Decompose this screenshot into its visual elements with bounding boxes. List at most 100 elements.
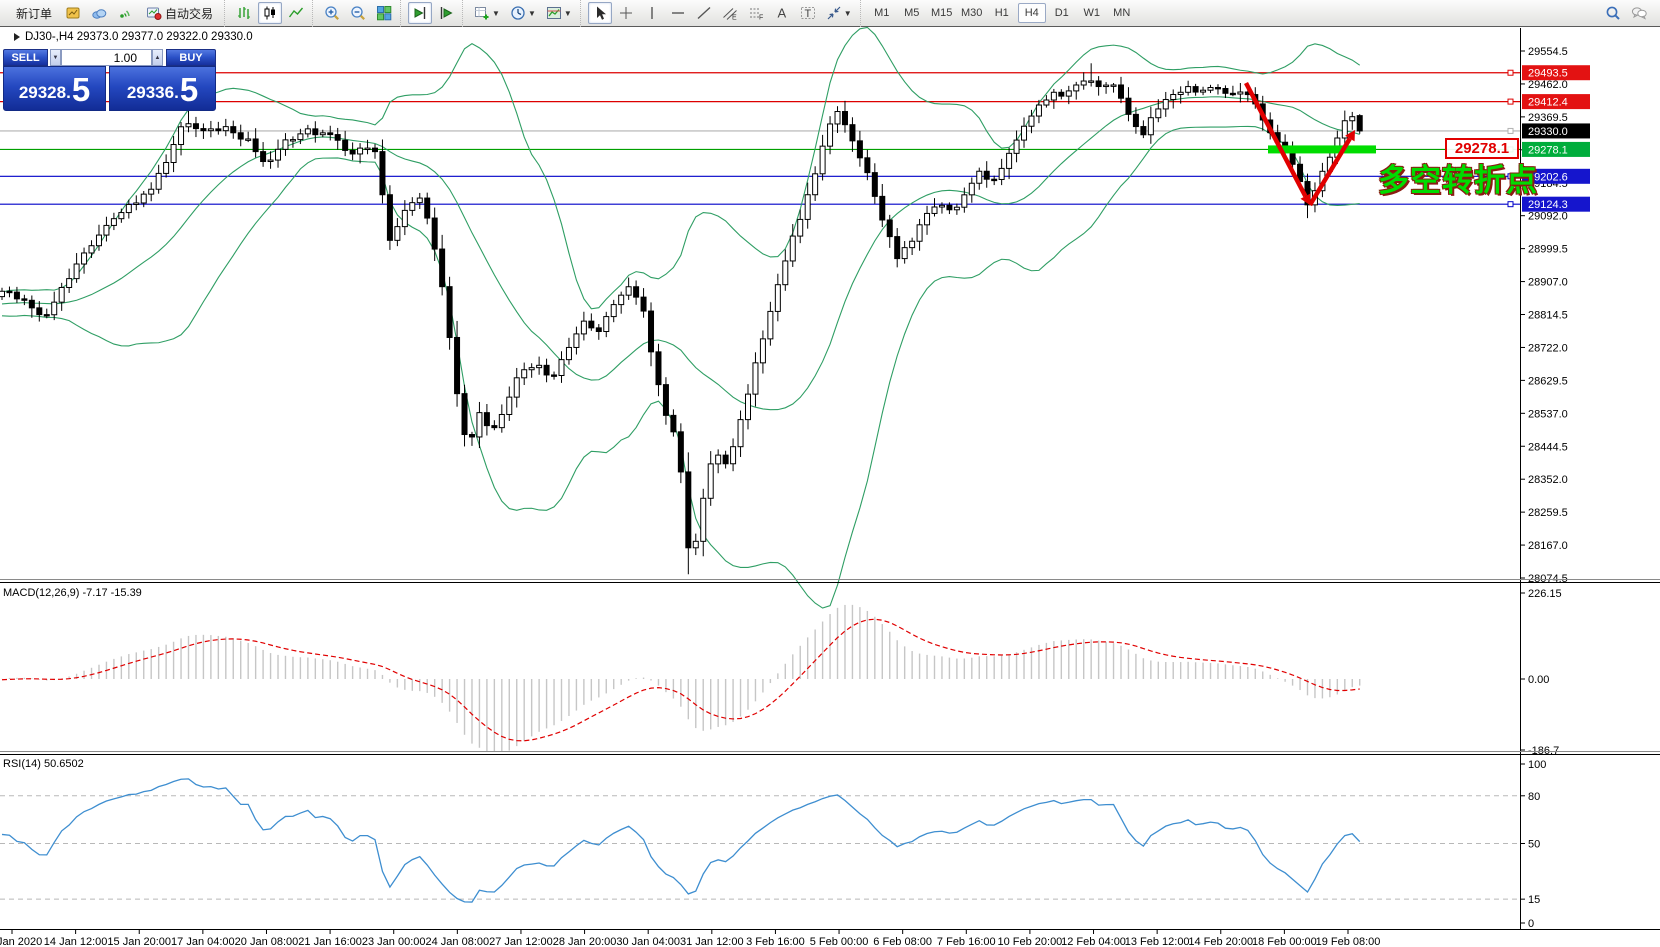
periods-clock-button[interactable]: ▼ (506, 2, 540, 24)
auto-scroll-button[interactable] (408, 2, 432, 24)
buy-price-int: 29336. (127, 80, 179, 106)
signal-button[interactable] (113, 2, 137, 24)
periods-clock-icon (510, 5, 526, 21)
svg-text:28999.5: 28999.5 (1528, 244, 1568, 256)
svg-text:F: F (759, 15, 763, 22)
svg-text:80: 80 (1528, 791, 1540, 803)
timeframe-d1-button[interactable]: D1 (1048, 3, 1076, 23)
svg-text:29462.0: 29462.0 (1528, 79, 1568, 91)
fibonacci-button[interactable]: F (744, 2, 768, 24)
chart-shift-icon (438, 5, 454, 21)
sell-price-display[interactable]: 29328. 5 (3, 66, 106, 111)
svg-text:27 Jan 12:00: 27 Jan 12:00 (489, 936, 553, 947)
svg-text:23 Jan 00:00: 23 Jan 00:00 (362, 936, 426, 947)
svg-text:15: 15 (1528, 894, 1540, 906)
chat-button[interactable] (1627, 2, 1651, 24)
rsi-indicator-label: RSI(14) 50.6502 (3, 758, 84, 770)
zoom-in-button[interactable] (320, 2, 344, 24)
timeframe-w1-button[interactable]: W1 (1078, 3, 1106, 23)
volume-increase-button[interactable]: ▲ (152, 49, 163, 66)
tile-windows-button[interactable] (372, 2, 396, 24)
svg-text:29092.0: 29092.0 (1528, 211, 1568, 223)
mt-terminal-window: 29554.529462.029369.529277.029184.529092… (0, 0, 1660, 947)
svg-text:28907.0: 28907.0 (1528, 277, 1568, 289)
svg-text:T: T (804, 8, 811, 20)
market-watch-cloud-button[interactable] (87, 2, 111, 24)
order-doc-button[interactable] (61, 2, 85, 24)
chart-shift-button[interactable] (434, 2, 458, 24)
zoom-out-button[interactable] (346, 2, 370, 24)
text-label-button[interactable]: T (796, 2, 820, 24)
svg-text:10 Feb 20:00: 10 Feb 20:00 (997, 936, 1062, 947)
turning-point-annotation[interactable]: 多空转折点 (1378, 155, 1538, 200)
symbol-tree-icon[interactable] (14, 33, 20, 41)
svg-text:28814.5: 28814.5 (1528, 310, 1568, 322)
svg-text:29554.5: 29554.5 (1528, 46, 1568, 58)
sell-button[interactable]: SELL (3, 49, 48, 66)
candlestick-chart-button[interactable] (258, 2, 282, 24)
buy-button[interactable]: BUY (166, 49, 216, 66)
svg-text:14 Feb 20:00: 14 Feb 20:00 (1188, 936, 1253, 947)
svg-text:-186.7: -186.7 (1528, 745, 1559, 757)
sell-price-int: 29328. (19, 80, 71, 106)
chat-icon (1631, 5, 1647, 21)
svg-text:226.15: 226.15 (1528, 588, 1562, 600)
volume-decrease-button[interactable]: ▼ (50, 49, 61, 66)
new-order-button[interactable]: 新订单 (9, 2, 59, 24)
timeframe-m1-button[interactable]: M1 (868, 3, 896, 23)
svg-text:E: E (732, 15, 737, 22)
chart-canvas[interactable]: 29554.529462.029369.529277.029184.529092… (0, 0, 1660, 947)
timeframe-m30-button[interactable]: M30 (958, 3, 986, 23)
candlestick-chart-icon (262, 5, 278, 21)
text-button[interactable]: A (770, 2, 794, 24)
timeframe-m5-button[interactable]: M5 (898, 3, 926, 23)
svg-text:21 Jan 16:00: 21 Jan 16:00 (298, 936, 362, 947)
arrows-button[interactable]: ▼ (822, 2, 856, 24)
line-chart-button[interactable] (284, 2, 308, 24)
vertical-line-button[interactable] (640, 2, 664, 24)
svg-text:50: 50 (1528, 839, 1540, 851)
svg-text:0: 0 (1528, 918, 1534, 930)
svg-text:14 Jan 12:00: 14 Jan 12:00 (44, 936, 108, 947)
svg-text:28 Jan 20:00: 28 Jan 20:00 (553, 936, 617, 947)
timeframe-m15-button[interactable]: M15 (928, 3, 956, 23)
svg-text:28352.0: 28352.0 (1528, 474, 1568, 486)
cursor-button[interactable] (588, 2, 612, 24)
new-chart-button[interactable]: ▼ (470, 2, 504, 24)
svg-text:12 Feb 04:00: 12 Feb 04:00 (1061, 936, 1126, 947)
arrows-icon (826, 5, 842, 21)
bar-chart-button[interactable] (232, 2, 256, 24)
timeframe-h4-button[interactable]: H4 (1018, 3, 1046, 23)
svg-text:29412.4: 29412.4 (1528, 97, 1568, 109)
svg-text:28259.5: 28259.5 (1528, 507, 1568, 519)
timeframe-mn-button[interactable]: MN (1108, 3, 1136, 23)
svg-text:7 Feb 16:00: 7 Feb 16:00 (937, 936, 996, 947)
search-button[interactable] (1601, 2, 1625, 24)
text-label-icon: T (800, 5, 816, 21)
buy-price-display[interactable]: 29336. 5 (109, 66, 216, 111)
chart-title-text: DJ30-,H4 29373.0 29377.0 29322.0 29330.0 (25, 31, 253, 43)
sell-price-frac: 5 (72, 73, 90, 106)
zoom-out-icon (350, 5, 366, 21)
svg-text:30 Jan 04:00: 30 Jan 04:00 (616, 936, 680, 947)
svg-text:100: 100 (1528, 759, 1546, 771)
order-doc-icon (65, 5, 81, 21)
timeframe-h1-button[interactable]: H1 (988, 3, 1016, 23)
new-chart-icon (474, 5, 490, 21)
volume-field[interactable]: 1.00 (61, 49, 152, 66)
cursor-icon (592, 5, 608, 21)
chart-title: DJ30-,H4 29373.0 29377.0 29322.0 29330.0 (14, 31, 253, 43)
crosshair-button[interactable] (614, 2, 638, 24)
svg-text:13 Feb 12:00: 13 Feb 12:00 (1125, 936, 1190, 947)
trendline-button[interactable] (692, 2, 716, 24)
svg-text:6 Feb 08:00: 6 Feb 08:00 (873, 936, 932, 947)
chart-settings-button[interactable]: ▼ (542, 2, 576, 24)
equidistant-channel-button[interactable]: E (718, 2, 742, 24)
market-watch-cloud-icon (91, 5, 107, 21)
trendline-icon (696, 5, 712, 21)
auto-trading-button[interactable]: 自动交易 (139, 2, 220, 24)
horizontal-line-button[interactable] (666, 2, 690, 24)
toolbar: 新订单自动交易▼▼▼EFAT▼M1M5M15M30H1H4D1W1MN (0, 0, 1660, 27)
search-icon (1605, 5, 1621, 21)
fibonacci-icon: F (748, 5, 764, 21)
